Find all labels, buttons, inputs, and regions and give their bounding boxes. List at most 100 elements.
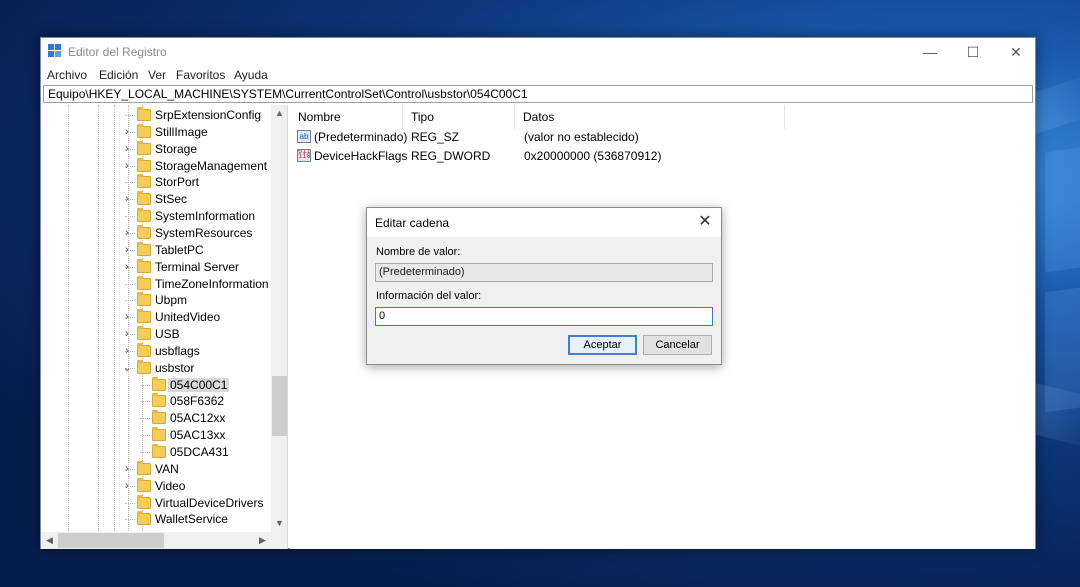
expand-chevron-icon[interactable]: › xyxy=(121,462,133,476)
column-header-datos[interactable]: Datos xyxy=(515,105,785,129)
expand-chevron-icon[interactable]: › xyxy=(121,344,133,358)
tree-item-label: Ubpm xyxy=(155,293,188,308)
scrollbar-thumb[interactable] xyxy=(272,376,287,436)
tree-item[interactable]: VirtualDeviceDrivers xyxy=(41,494,271,512)
tree-item[interactable]: › Terminal Server xyxy=(41,258,271,276)
expand-chevron-icon[interactable]: › xyxy=(121,192,133,206)
tree-guide-line xyxy=(125,115,135,116)
menu-ayuda[interactable]: Ayuda xyxy=(234,68,268,82)
menu-ver[interactable]: Ver xyxy=(148,68,166,82)
minimize-button[interactable]: — xyxy=(907,38,953,66)
scroll-up-arrow-icon[interactable]: ▲ xyxy=(271,105,287,122)
tree-item[interactable]: › SystemResources xyxy=(41,224,271,242)
expand-chevron-icon[interactable]: › xyxy=(121,479,133,493)
tree-item[interactable]: › StillImage xyxy=(41,123,271,141)
value-name-field: (Predeterminado) xyxy=(375,263,713,282)
scroll-down-arrow-icon[interactable]: ▼ xyxy=(271,515,287,532)
tree-item-label: VAN xyxy=(155,461,179,476)
value-data-input[interactable]: 0 xyxy=(375,307,713,326)
folder-icon xyxy=(137,224,151,239)
menu-bar: Archivo Edición Ver Favoritos Ayuda xyxy=(41,67,1035,85)
tree-item[interactable]: 05AC12xx xyxy=(41,410,271,427)
tree-item[interactable]: › USB xyxy=(41,326,271,343)
column-header-tipo[interactable]: Tipo xyxy=(403,105,515,129)
window-title: Editor del Registro xyxy=(68,45,167,59)
tree-horizontal-scrollbar[interactable]: ◀ ▶ xyxy=(41,532,271,549)
tree-guide-line xyxy=(125,519,135,521)
tree-item-label: SrpExtensionConfig xyxy=(155,108,262,122)
address-bar[interactable]: Equipo\HKEY_LOCAL_MACHINE\SYSTEM\Current… xyxy=(43,85,1033,103)
value-row[interactable]: 011 110 DeviceHackFlags REG_DWORD 0x2000… xyxy=(290,147,790,165)
dialog-close-icon[interactable]: ✕ xyxy=(695,212,715,232)
tree-guide-line xyxy=(125,502,135,504)
scrollbar-thumb[interactable] xyxy=(58,533,164,548)
folder-icon xyxy=(137,275,151,290)
tree-item[interactable]: Ubpm xyxy=(41,292,271,309)
tree-item[interactable]: TimeZoneInformation xyxy=(41,275,271,293)
tree-guide-line xyxy=(140,401,150,403)
dialog-title-bar[interactable]: Editar cadena ✕ xyxy=(367,208,721,237)
folder-icon xyxy=(137,494,151,509)
tree-item-label: TabletPC xyxy=(155,242,204,257)
expand-chevron-icon[interactable]: › xyxy=(121,327,133,341)
tree-item[interactable]: 05AC13xx xyxy=(41,427,271,444)
binary-value-icon: 011 110 xyxy=(297,149,311,162)
folder-icon xyxy=(137,157,151,172)
tree-item[interactable]: SrpExtensionConfig xyxy=(41,107,271,124)
folder-icon xyxy=(152,427,166,442)
tree-item[interactable]: 05DCA431 xyxy=(41,444,271,461)
menu-favoritos[interactable]: Favoritos xyxy=(176,68,225,82)
tree-item-label: UnitedVideo xyxy=(155,310,221,325)
tree-item[interactable]: › StorageManagement xyxy=(41,157,271,175)
scroll-right-arrow-icon[interactable]: ▶ xyxy=(254,532,271,549)
expand-chevron-icon[interactable]: › xyxy=(121,226,133,240)
value-row[interactable]: ab (Predeterminado) REG_SZ (valor no est… xyxy=(290,128,790,146)
folder-icon xyxy=(137,241,151,256)
tree-guide-line xyxy=(125,283,135,285)
tree-item-label: StorageManagement xyxy=(155,158,268,173)
tree-item[interactable]: › Video xyxy=(41,477,271,495)
menu-edicion[interactable]: Edición xyxy=(99,68,138,82)
tree-item[interactable]: › VAN xyxy=(41,460,271,478)
tree-item-label: 058F6362 xyxy=(170,394,225,409)
value-name: (Predeterminado) xyxy=(314,130,408,144)
tree-item[interactable]: SystemInformation xyxy=(41,208,271,225)
folder-icon xyxy=(137,342,151,357)
scrollbar-corner xyxy=(271,532,287,549)
maximize-button[interactable]: ☐ xyxy=(950,38,996,66)
tree-item[interactable]: 058F6362 xyxy=(41,393,271,410)
tree-item-label: TimeZoneInformation xyxy=(155,276,269,291)
folder-icon xyxy=(137,309,151,324)
expand-chevron-icon[interactable]: › xyxy=(121,125,133,139)
value-name-label: Nombre de valor: xyxy=(376,246,461,258)
tree-item[interactable]: › Storage xyxy=(41,140,271,158)
accept-button[interactable]: Aceptar xyxy=(568,335,637,355)
column-header-nombre[interactable]: Nombre xyxy=(290,105,403,129)
tree-item[interactable]: › UnitedVideo xyxy=(41,309,271,326)
expand-chevron-icon[interactable]: › xyxy=(121,260,133,274)
cancel-button[interactable]: Cancelar xyxy=(643,335,712,355)
expand-chevron-icon[interactable]: › xyxy=(121,310,133,324)
tree-vertical-scrollbar[interactable]: ▲ ▼ xyxy=(271,105,287,532)
tree-item[interactable]: › StSec xyxy=(41,191,271,208)
tree-item[interactable]: StorPort xyxy=(41,174,271,191)
value-type: REG_DWORD xyxy=(411,149,491,163)
windows-logo-pane xyxy=(1045,287,1080,413)
tree-item[interactable]: 054C00C1 xyxy=(41,376,271,394)
collapse-chevron-icon[interactable]: ⌄ xyxy=(121,361,133,375)
tree-item[interactable]: ⌄ usbstor xyxy=(41,359,271,377)
tree-item[interactable]: WalletService xyxy=(41,511,271,528)
tree-item-label: SystemInformation xyxy=(155,209,256,224)
expand-chevron-icon[interactable]: › xyxy=(121,142,133,156)
tree-item[interactable]: › TabletPC xyxy=(41,241,271,259)
close-button[interactable]: ✕ xyxy=(993,38,1039,66)
value-data: (valor no establecido) xyxy=(524,130,639,144)
scroll-left-arrow-icon[interactable]: ◀ xyxy=(41,532,58,549)
title-bar[interactable]: Editor del Registro — ☐ ✕ xyxy=(41,38,1035,66)
menu-archivo[interactable]: Archivo xyxy=(47,68,87,82)
tree-item[interactable]: › usbflags xyxy=(41,342,271,360)
expand-chevron-icon[interactable]: › xyxy=(121,159,133,173)
tree-item-label: 05DCA431 xyxy=(170,445,229,459)
expand-chevron-icon[interactable]: › xyxy=(121,243,133,257)
edit-string-dialog: Editar cadena ✕ Nombre de valor: (Predet… xyxy=(366,207,722,365)
